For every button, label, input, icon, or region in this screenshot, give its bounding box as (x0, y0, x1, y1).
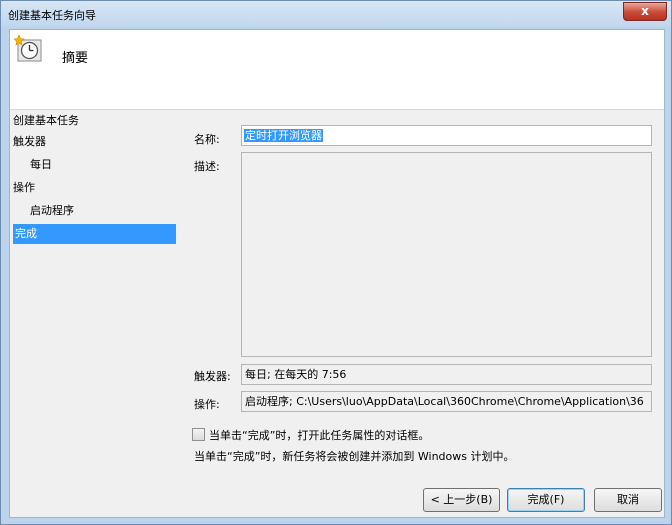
name-label: 名称: (194, 133, 220, 146)
trigger-label: 触发器: (194, 370, 231, 383)
step-create-basic-task[interactable]: 创建基本任务 (13, 111, 79, 131)
step-start-program[interactable]: 启动程序 (30, 201, 74, 221)
finish-button[interactable]: 完成(F) (507, 488, 585, 512)
step-finish[interactable]: 完成 (13, 224, 176, 244)
action-label: 操作: (194, 398, 220, 411)
name-field[interactable]: 定时打开浏览器 (241, 125, 652, 146)
page-title: 摘要 (62, 51, 89, 66)
action-field: 启动程序; C:\Users\luo\AppData\Local\360Chro… (241, 391, 652, 412)
step-action[interactable]: 操作 (13, 178, 35, 198)
wizard-window: 创建基本任务向导 x 摘要 创建基本任务 触发器 每日 操作 启动程序 完成 名… (0, 0, 672, 525)
description-field[interactable] (241, 152, 652, 357)
back-button[interactable]: < 上一步(B) (423, 488, 500, 512)
open-properties-checkbox[interactable] (192, 428, 205, 441)
step-daily[interactable]: 每日 (30, 155, 52, 175)
step-trigger[interactable]: 触发器 (13, 132, 46, 152)
window-title: 创建基本任务向导 (8, 9, 96, 22)
action-value: 启动程序; C:\Users\luo\AppData\Local\360Chro… (245, 395, 644, 408)
name-value: 定时打开浏览器 (244, 129, 323, 142)
trigger-field: 每日; 在每天的 7:56 (241, 364, 652, 385)
description-label: 描述: (194, 160, 220, 173)
finish-note: 当单击“完成”时，新任务将会被创建并添加到 Windows 计划中。 (194, 450, 515, 463)
open-properties-label[interactable]: 当单击“完成”时，打开此任务属性的对话框。 (209, 427, 429, 443)
wizard-header: 摘要 (10, 30, 664, 110)
clock-task-icon (14, 34, 42, 62)
close-icon: x (641, 4, 649, 18)
cancel-button[interactable]: 取消 (594, 488, 662, 512)
wizard-client-area: 摘要 创建基本任务 触发器 每日 操作 启动程序 完成 名称: 定时打开浏览器 … (9, 29, 665, 518)
trigger-value: 每日; 在每天的 7:56 (245, 368, 347, 381)
close-button[interactable]: x (623, 2, 667, 21)
title-bar[interactable]: 创建基本任务向导 x (1, 1, 671, 27)
